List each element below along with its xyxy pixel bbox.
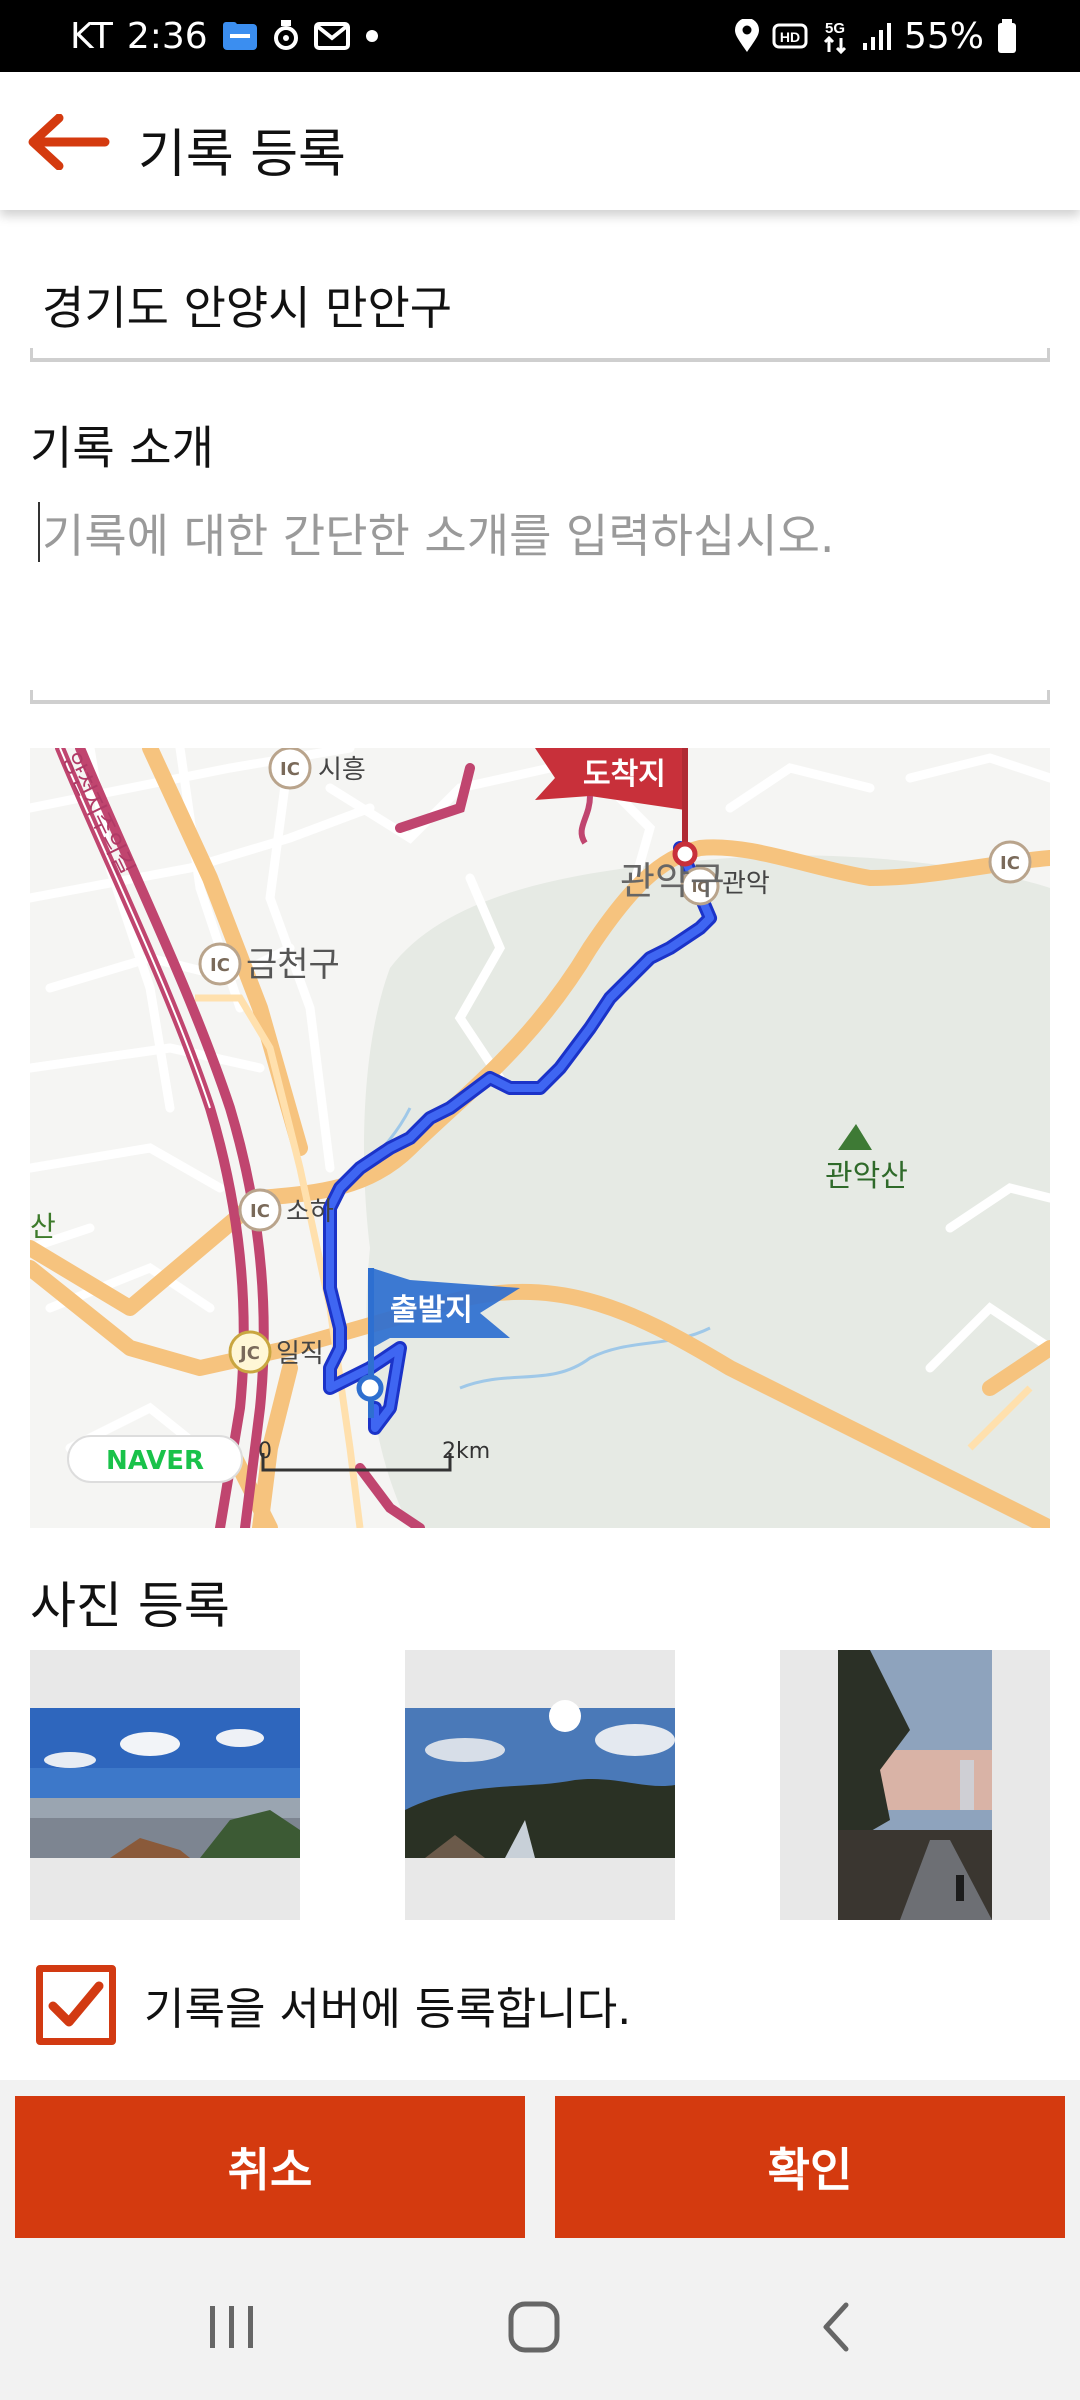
arrow-left-icon [28, 114, 110, 170]
start-flag-label: 출발지 [390, 1293, 473, 1328]
field-underline [30, 348, 1050, 362]
folder-icon [222, 20, 258, 52]
ic-text: IC [1000, 853, 1020, 874]
location-value: 경기도 안양시 만안구 [42, 281, 453, 335]
battery-icon [996, 18, 1018, 54]
scale-start: 0 [258, 1439, 272, 1464]
confirm-button[interactable]: 확인 [555, 2096, 1065, 2238]
intro-placeholder: 기록에 대한 간단한 소개를 입력하십시오. [42, 509, 835, 563]
mail-icon [313, 22, 350, 50]
chevron-left-icon [823, 2302, 849, 2352]
end-flag-label: 도착지 [583, 757, 666, 792]
signal-icon [862, 21, 892, 51]
action-bar: 취소 확인 [0, 2080, 1080, 2254]
location-icon [734, 19, 760, 53]
checkmark-icon [48, 1981, 104, 2027]
route-map[interactable]: IC IC IC JC IC IC 시흥 금천구 소하 일직 관악구 관악 산 … [30, 748, 1050, 1528]
ic-text: IC [250, 1201, 270, 1222]
carrier-label: KT [70, 15, 113, 57]
app-bar: 기록 등록 [0, 72, 1080, 210]
intro-label: 기록 소개 [30, 421, 214, 475]
cancel-button[interactable]: 취소 [15, 2096, 525, 2238]
home-button[interactable] [484, 2284, 584, 2370]
place-gwanak-gu: 관악구 [620, 859, 725, 903]
watch-icon [272, 19, 300, 53]
hd-voice-icon: HD [772, 21, 808, 51]
photo-section-label: 사진 등록 [30, 1577, 230, 1635]
peak-label: 관악산 [825, 1159, 908, 1194]
home-icon [508, 2301, 560, 2353]
register-label: 기록을 서버에 등록합니다. [144, 1984, 632, 2035]
svg-text:5G: 5G [825, 20, 845, 37]
notification-dot-icon [364, 28, 380, 44]
register-option[interactable]: 기록을 서버에 등록합니다. [36, 1964, 631, 2046]
location-field[interactable]: 경기도 안양시 만안구 [30, 250, 1050, 362]
photo-thumbnail-1[interactable] [30, 1650, 300, 1920]
photo-thumbnail-3[interactable] [780, 1650, 1050, 1920]
recent-apps-button[interactable] [182, 2284, 282, 2370]
park-area [364, 855, 1050, 1528]
place-siheung: 시흥 [318, 755, 366, 785]
ic-text: IC [280, 759, 300, 780]
page-title: 기록 등록 [138, 125, 346, 185]
text-cursor [38, 502, 40, 562]
recent-apps-icon [210, 2306, 253, 2348]
photo-thumbnail-2[interactable] [405, 1650, 675, 1920]
back-nav-button[interactable] [786, 2284, 886, 2370]
place-geumcheon: 금천구 [246, 945, 340, 985]
place-soha: 소하 [286, 1197, 334, 1227]
jc-text: JC [238, 1343, 260, 1364]
place-gwanak: 관악 [722, 869, 770, 899]
svg-text:HD: HD [780, 29, 800, 45]
battery-percent: 55% [903, 15, 984, 57]
back-button[interactable] [20, 106, 116, 178]
scale-end: 2km [442, 1439, 490, 1464]
naver-logo-text: NAVER [106, 1446, 204, 1476]
register-checkbox[interactable] [36, 1965, 116, 2045]
ic-text: IC [210, 955, 230, 976]
status-bar: KT 2:36 HD 5G 55% [0, 0, 1080, 72]
5g-icon: 5G [820, 18, 850, 54]
system-nav-bar [0, 2254, 1080, 2400]
intro-input[interactable]: 기록에 대한 간단한 소개를 입력하십시오. [30, 488, 1050, 704]
place-left-edge: 산 [30, 1210, 56, 1243]
place-iljik: 일직 [276, 1339, 324, 1369]
clock: 2:36 [126, 15, 208, 57]
field-underline [30, 690, 1050, 704]
